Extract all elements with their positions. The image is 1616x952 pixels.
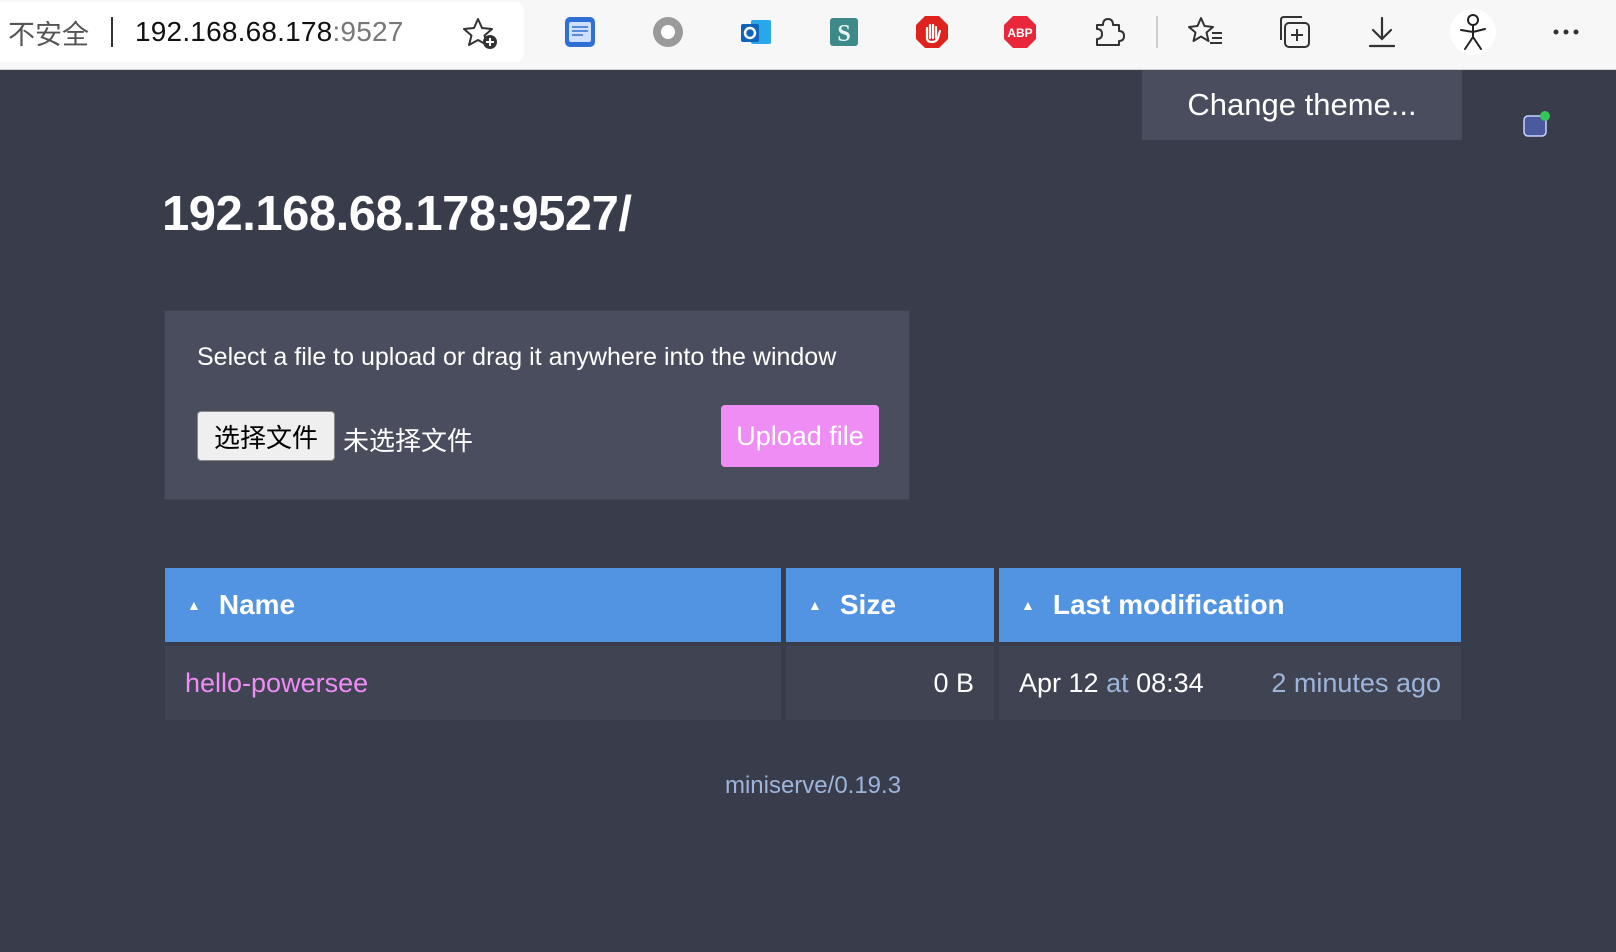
table-row-size-cell: 0 B: [786, 646, 994, 720]
url-port: :9527: [332, 16, 404, 47]
file-modified-relative: 2 minutes ago: [1271, 667, 1441, 698]
collections-icon[interactable]: [1274, 12, 1314, 52]
file-modified-date: Apr 12 at 08:34: [1019, 668, 1204, 699]
footer-version: miniserve/0.19.3: [724, 772, 902, 799]
column-header-label: Last modification: [1052, 589, 1285, 620]
modified-date: Apr 12: [1019, 667, 1099, 698]
download-icon[interactable]: [1362, 12, 1402, 52]
no-file-label: 未选择文件: [343, 427, 474, 457]
upload-hint: Select a file to upload or drag it anywh…: [197, 343, 837, 371]
sort-arrow-icon: ▲: [187, 597, 201, 613]
modified-time: 08:34: [1136, 667, 1204, 698]
favorites-icon[interactable]: [1186, 12, 1226, 52]
modified-at: at: [1106, 667, 1129, 698]
more-icon[interactable]: [1546, 12, 1586, 52]
address-separator: [111, 17, 113, 47]
table-row-name-cell: hello-powersee: [165, 646, 781, 720]
column-header-size[interactable]: ▲ Size: [786, 568, 994, 642]
abp-icon[interactable]: ABP: [1000, 12, 1040, 52]
outlook-icon[interactable]: [736, 12, 776, 52]
svg-text:ABP: ABP: [1007, 26, 1032, 40]
file-link[interactable]: hello-powersee: [185, 668, 368, 699]
profile-icon[interactable]: [1450, 9, 1496, 55]
toolbar-divider: [1156, 16, 1158, 48]
column-header-last-modification[interactable]: ▲ Last modification: [999, 568, 1461, 642]
browser-toolbar: 不安全 192.168.68.178:9527 S ABP: [0, 0, 1616, 70]
circle-extension-icon[interactable]: [648, 12, 688, 52]
svg-text:S: S: [837, 21, 850, 47]
stop-hand-icon[interactable]: [912, 12, 952, 52]
file-size: 0 B: [933, 667, 974, 698]
sort-arrow-icon: ▲: [808, 597, 822, 613]
upload-panel: Select a file to upload or drag it anywh…: [164, 310, 910, 500]
extension-status-icon[interactable]: [1522, 110, 1550, 138]
page-title: 192.168.68.178:9527/: [162, 187, 632, 241]
column-header-name[interactable]: ▲ Name: [165, 568, 781, 642]
favorite-add-icon[interactable]: [463, 15, 499, 51]
url-host: 192.168.68.178: [135, 16, 333, 47]
column-header-label: Size: [839, 589, 896, 620]
upload-file-button[interactable]: Upload file: [721, 405, 879, 467]
sort-arrow-icon: ▲: [1021, 597, 1035, 613]
column-header-label: Name: [218, 589, 296, 620]
change-theme-button[interactable]: Change theme...: [1142, 70, 1462, 140]
security-label[interactable]: 不安全: [8, 13, 89, 52]
choose-file-button[interactable]: 选择文件: [197, 411, 335, 461]
book-extension-icon[interactable]: [560, 12, 600, 52]
table-row-modified-cell: Apr 12 at 08:34 2 minutes ago: [999, 646, 1461, 720]
address-bar[interactable]: 不安全 192.168.68.178:9527: [0, 2, 524, 62]
puzzle-icon[interactable]: [1088, 12, 1128, 52]
url-text[interactable]: 192.168.68.178:9527: [135, 16, 404, 48]
s-extension-icon[interactable]: S: [824, 12, 864, 52]
